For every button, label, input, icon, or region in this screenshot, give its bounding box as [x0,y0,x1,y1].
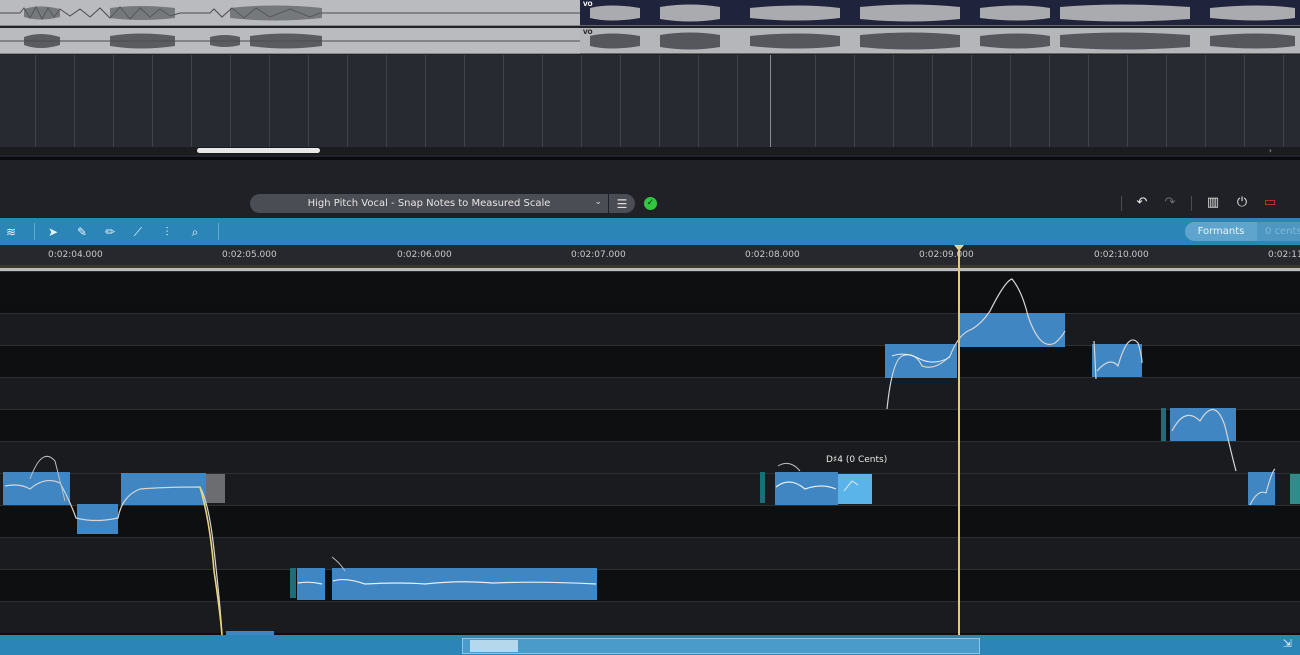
cents-field[interactable]: 0 cents [1257,222,1300,241]
overview-visible-range[interactable] [462,638,980,654]
note-blobs-layer [3,278,1300,635]
algorithm-preset-select[interactable]: High Pitch Vocal - Snap Notes to Measure… [250,194,608,213]
daw-window: VO VO › High Pitch Vocal - Snap Notes to… [0,0,1300,655]
audio-clip-vo[interactable]: VO [580,28,1300,54]
note-blob[interactable] [760,462,872,505]
note-pitch-tooltip: D♯4 (0 Cents) [826,455,888,465]
status-ok-icon: ✓ [644,197,657,210]
zoom-tool-icon[interactable]: ⌕ [186,223,204,241]
amplitude-tool-icon[interactable]: ⫶ [158,223,176,241]
ruler-label: 0:02:04.000 [48,250,103,260]
sliders-icon: ☰ [616,196,628,211]
overview-thumb[interactable] [470,640,518,652]
pointer-tool-icon[interactable]: ➤ [44,223,62,241]
power-icon[interactable]: ⏻ [1233,194,1251,212]
arrange-view: VO VO › [0,0,1300,160]
clip-label-vo: VO [583,29,593,36]
ruler-label: 0:02:08.000 [745,250,800,260]
ruler-label: 0:02:10.000 [1094,250,1149,260]
waveform [590,32,1295,50]
audio-clip[interactable] [0,0,580,26]
grid-view-icon[interactable]: ▥ [1204,194,1222,212]
ruler-label: 0:02:05.000 [222,250,277,260]
waveform [0,33,580,49]
zoom-fit-icon[interactable]: ⇲ [1283,637,1292,650]
time-ruler[interactable]: 0:02:04.000 0:02:05.000 0:02:06.000 0:02… [0,245,1300,265]
arrange-grid[interactable] [0,55,1300,147]
audio-clip-vo[interactable]: VO [580,0,1300,26]
chevron-down-icon: ⌄ [594,197,602,207]
note-blob[interactable] [885,278,1066,410]
pitch-tool-icon[interactable]: ✎ [73,223,91,241]
melodyne-header: High Pitch Vocal - Snap Notes to Measure… [0,160,1300,218]
header-separator [1191,196,1192,211]
ruler-label: 0:02:09.000 [919,250,974,260]
preset-label: High Pitch Vocal - Snap Notes to Measure… [307,198,551,209]
note-editor[interactable] [0,271,1300,635]
audio-clip[interactable] [0,28,580,54]
header-separator [1121,196,1122,211]
arrange-horizontal-scrollbar[interactable]: › [0,146,1300,155]
overview-bar[interactable]: ⇲ [0,635,1300,655]
pencil-tool-icon[interactable]: ✏ [101,223,119,241]
ruler-label: 0:02:07.000 [571,250,626,260]
note-blob[interactable] [1161,408,1237,472]
undo-icon[interactable]: ↶ [1133,194,1151,212]
note-blob[interactable] [3,456,225,635]
record-icon[interactable]: ▭ [1261,194,1279,212]
toolbar-separator [34,223,35,240]
toolbar-separator [218,223,219,240]
note-blob[interactable] [1248,468,1300,506]
scrollbar-thumb[interactable] [197,148,320,153]
redo-icon[interactable]: ↷ [1161,194,1179,212]
waveform [0,5,580,21]
waveform-view-icon[interactable]: ≋ [0,223,22,241]
waveform [590,4,1295,22]
playhead[interactable] [958,246,960,635]
preset-settings-button[interactable]: ☰ [609,194,635,213]
audio-track-1[interactable]: VO [0,0,1300,26]
scroll-right-icon[interactable]: › [1269,146,1272,155]
ruler-label: 0:02:06.000 [397,250,452,260]
tool-bar: ≋ ➤ ✎ ✏ ⟋ ⫶ ⌕ Formants 0 cents [0,218,1300,245]
note-blob[interactable] [1092,339,1143,380]
formants-button[interactable]: Formants [1185,222,1257,241]
ruler-label: 0:02:11. [1268,250,1300,260]
draw-line-tool-icon[interactable]: ⟋ [129,223,147,241]
clip-label-vo: VO [583,1,593,8]
audio-track-2[interactable]: VO [0,28,1300,54]
note-blob[interactable] [290,556,597,600]
